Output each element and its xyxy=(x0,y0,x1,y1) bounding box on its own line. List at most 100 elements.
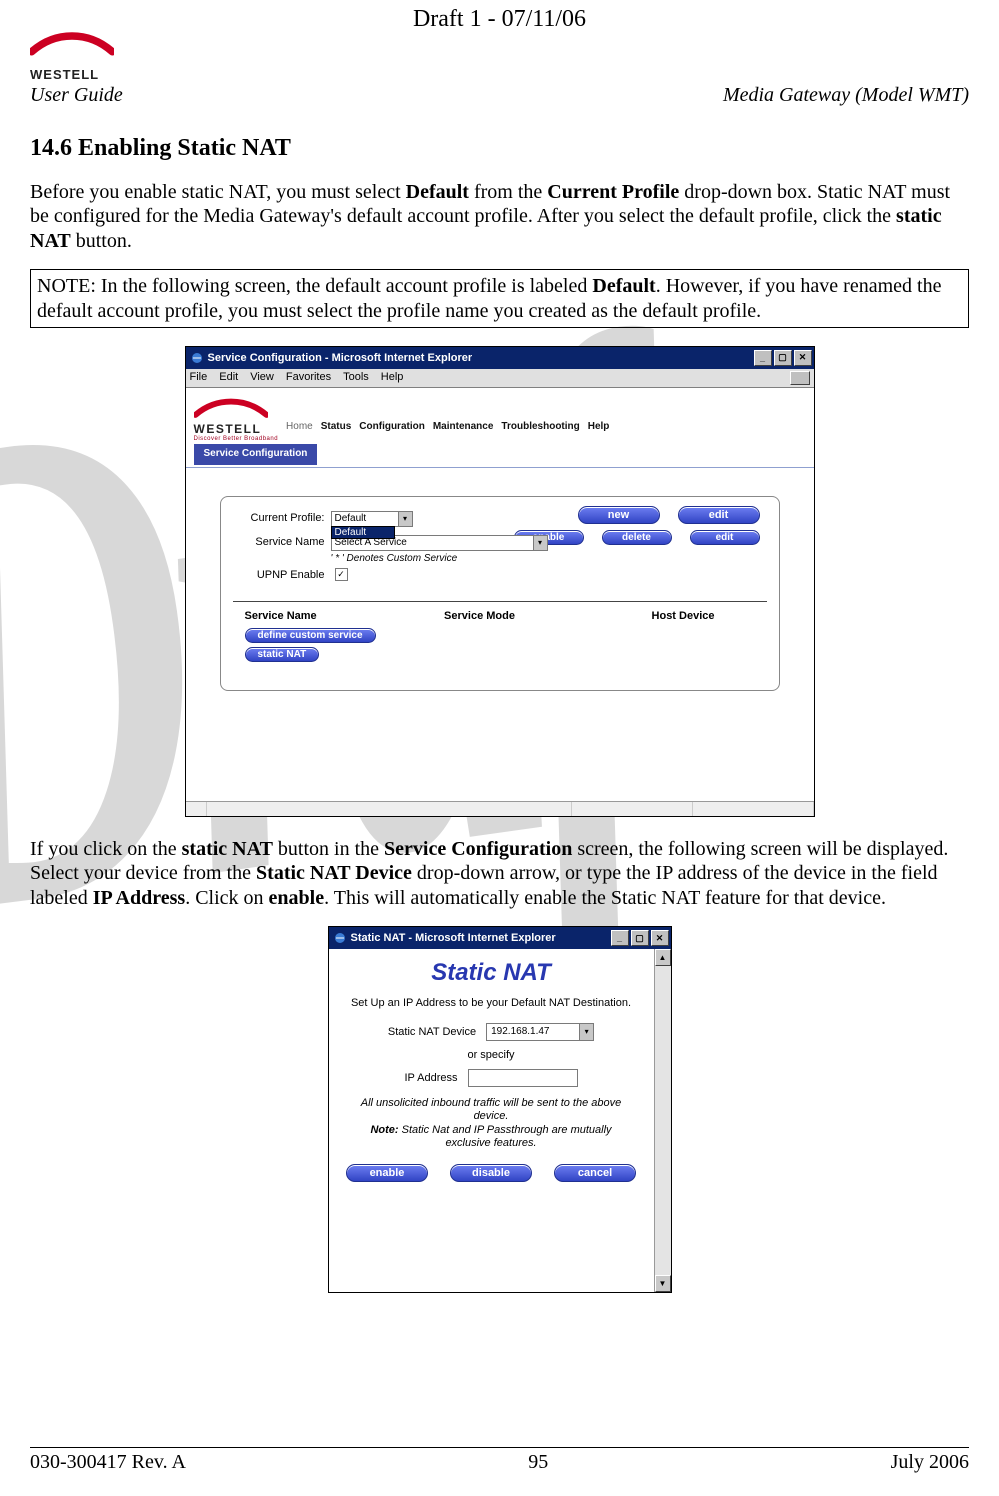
document-header: WESTELL User Guide Media Gateway (Model … xyxy=(30,0,969,107)
divider xyxy=(233,601,767,602)
paragraph-2: If you click on the static NAT button in… xyxy=(30,837,969,910)
footer-rule xyxy=(30,1447,969,1448)
tab-troubleshooting[interactable]: Troubleshooting xyxy=(501,421,579,432)
text-bold: IP Address xyxy=(93,887,185,909)
footer-left: 030-300417 Rev. A xyxy=(30,1451,186,1474)
profile-option-default[interactable]: Default xyxy=(332,527,394,538)
close-button[interactable]: ✕ xyxy=(651,930,669,946)
section-title: 14.6 Enabling Static NAT xyxy=(30,135,969,162)
menu-view[interactable]: View xyxy=(250,371,274,385)
scroll-down-icon[interactable]: ▼ xyxy=(655,1275,671,1292)
current-profile-value[interactable]: Default xyxy=(331,511,413,527)
maximize-button[interactable]: ▢ xyxy=(631,930,649,946)
text-bold: Default xyxy=(406,181,469,203)
or-specify-label: or specify xyxy=(467,1049,514,1061)
ip-address-input[interactable] xyxy=(468,1069,578,1087)
service-table-header: Service Name Service Mode Host Device xyxy=(233,610,767,628)
menu-tools[interactable]: Tools xyxy=(343,371,369,385)
ip-address-label: IP Address xyxy=(405,1072,458,1084)
menu-favorites[interactable]: Favorites xyxy=(286,371,331,385)
minimize-button[interactable]: _ xyxy=(611,930,629,946)
th-host-device: Host Device xyxy=(558,610,755,622)
static-nat-note: All unsolicited inbound traffic will be … xyxy=(347,1097,636,1150)
tab-configuration[interactable]: Configuration xyxy=(359,421,425,432)
throbber-icon xyxy=(790,371,810,385)
page-footer: 030-300417 Rev. A 95 July 2006 xyxy=(30,1451,969,1474)
static-nat-device-select[interactable]: 192.168.1.47 xyxy=(486,1023,594,1041)
subtab-service-config[interactable]: Service Configuration xyxy=(194,444,318,465)
minimize-button[interactable]: _ xyxy=(754,350,772,366)
banner-tagline: Discover Better Broadband xyxy=(194,436,279,442)
window-title: Service Configuration - Microsoft Intern… xyxy=(208,352,473,364)
text-fragment: button in the xyxy=(273,838,384,860)
text-bold: Default xyxy=(592,275,655,297)
text-bold: static NAT xyxy=(182,838,273,860)
westell-swoosh-icon xyxy=(30,24,114,66)
brand-wordmark: WESTELL xyxy=(30,67,99,82)
tab-maintenance[interactable]: Maintenance xyxy=(433,421,494,432)
cancel-button[interactable]: cancel xyxy=(554,1164,636,1182)
scrollbar[interactable]: ▲ ▼ xyxy=(654,949,671,1292)
text-fragment: . This will automatically enable the Sta… xyxy=(324,887,886,909)
note-box: NOTE: In the following screen, the defau… xyxy=(30,269,969,328)
tab-help[interactable]: Help xyxy=(588,421,610,432)
th-service-mode: Service Mode xyxy=(401,610,558,622)
window-titlebar: Service Configuration - Microsoft Intern… xyxy=(186,347,814,369)
window-title: Static NAT - Microsoft Internet Explorer xyxy=(351,932,556,944)
statusbar xyxy=(186,801,814,816)
tab-home[interactable]: Home xyxy=(286,421,313,432)
text-fragment: button. xyxy=(71,230,132,252)
text-bold: enable xyxy=(269,887,325,909)
text-fragment: from the xyxy=(469,181,547,203)
header-right: Media Gateway (Model WMT) xyxy=(723,84,969,107)
new-button[interactable]: new xyxy=(578,506,660,524)
footer-page: 95 xyxy=(528,1451,548,1474)
text-fragment: All unsolicited inbound traffic will be … xyxy=(361,1097,622,1122)
current-profile-dropdown[interactable]: Default xyxy=(331,526,395,539)
close-button[interactable]: ✕ xyxy=(794,350,812,366)
edit-button-2[interactable]: edit xyxy=(690,530,760,545)
current-profile-select[interactable]: Default Default xyxy=(331,511,413,527)
window-menubar: File Edit View Favorites Tools Help xyxy=(186,369,814,388)
enable-button[interactable]: enable xyxy=(346,1164,428,1182)
static-nat-device-label: Static NAT Device xyxy=(388,1026,476,1038)
screenshot-service-config: Service Configuration - Microsoft Intern… xyxy=(185,346,815,817)
define-custom-service-button[interactable]: define custom service xyxy=(245,628,376,643)
service-name-label: Service Name xyxy=(233,535,325,548)
th-service-name: Service Name xyxy=(245,610,402,622)
page-banner: WESTELL Discover Better Broadband Home S… xyxy=(186,388,814,444)
tab-status[interactable]: Status xyxy=(321,421,352,432)
banner-wordmark: WESTELL xyxy=(194,422,262,436)
static-nat-button[interactable]: static NAT xyxy=(245,647,320,662)
westell-swoosh-icon xyxy=(194,394,268,424)
text-fragment: If you click on the xyxy=(30,838,182,860)
edit-button[interactable]: edit xyxy=(678,506,760,524)
menu-file[interactable]: File xyxy=(190,371,208,385)
maximize-button[interactable]: ▢ xyxy=(774,350,792,366)
disable-button[interactable]: disable xyxy=(450,1164,532,1182)
text-fragment: Static Nat and IP Passthrough are mutual… xyxy=(399,1124,612,1149)
text-bold: Static NAT Device xyxy=(256,862,412,884)
scroll-up-icon[interactable]: ▲ xyxy=(655,949,671,966)
menu-edit[interactable]: Edit xyxy=(219,371,238,385)
delete-button[interactable]: delete xyxy=(602,530,672,545)
footer-right: July 2006 xyxy=(891,1451,969,1474)
static-nat-subtitle: Set Up an IP Address to be your Default … xyxy=(349,997,634,1009)
upnp-checkbox[interactable]: ✓ xyxy=(335,568,348,581)
text-bold: Service Configuration xyxy=(384,838,572,860)
window-titlebar: Static NAT - Microsoft Internet Explorer… xyxy=(329,927,671,949)
intro-paragraph: Before you enable static NAT, you must s… xyxy=(30,180,969,253)
text-fragment: . Click on xyxy=(185,887,268,909)
header-left: User Guide xyxy=(30,84,123,107)
static-nat-heading: Static NAT xyxy=(331,959,652,987)
menu-help[interactable]: Help xyxy=(381,371,404,385)
upnp-label: UPNP Enable xyxy=(233,568,325,581)
screenshot-static-nat: Static NAT - Microsoft Internet Explorer… xyxy=(328,926,672,1293)
service-config-card: new edit enable delete edit Current Prof… xyxy=(220,496,780,691)
text-fragment: NOTE: In the following screen, the defau… xyxy=(37,275,592,297)
primary-tabs: Home Status Configuration Maintenance Tr… xyxy=(286,421,805,432)
divider xyxy=(186,467,814,468)
denotes-note: ' * ' Denotes Custom Service xyxy=(331,553,767,564)
banner-logo: WESTELL Discover Better Broadband xyxy=(194,394,279,442)
ie-icon xyxy=(190,351,204,365)
